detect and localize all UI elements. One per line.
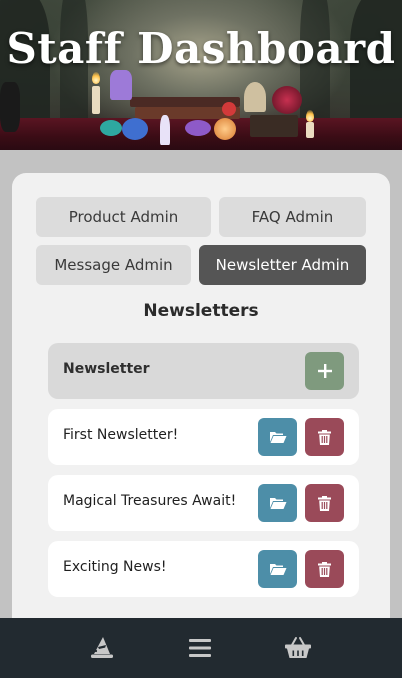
trash-icon — [318, 429, 331, 445]
list-header: Newsletter — [48, 343, 359, 399]
folder-open-icon — [269, 498, 286, 509]
hero-banner: Staff Dashboard — [0, 0, 402, 150]
section-title: Newsletters — [143, 301, 259, 321]
tab-product-admin[interactable]: Product Admin — [36, 197, 211, 237]
trash-icon — [318, 495, 331, 511]
wizard-hat-icon — [91, 637, 113, 658]
tab-message-admin[interactable]: Message Admin — [36, 245, 191, 285]
list-item: First Newsletter! — [48, 409, 359, 465]
nav-basket-button[interactable] — [280, 630, 316, 666]
nav-menu-button[interactable] — [182, 630, 218, 666]
list-item: Magical Treasures Await! — [48, 475, 359, 531]
folder-open-icon — [269, 564, 286, 575]
nav-home-button[interactable] — [84, 630, 120, 666]
newsletter-title: First Newsletter! — [63, 427, 179, 443]
menu-icon — [189, 639, 211, 657]
delete-newsletter-button[interactable] — [305, 418, 344, 456]
open-newsletter-button[interactable] — [258, 550, 297, 588]
add-newsletter-button[interactable] — [305, 352, 344, 390]
open-newsletter-button[interactable] — [258, 484, 297, 522]
folder-open-icon — [269, 432, 286, 443]
admin-panel: Product Admin FAQ Admin Message Admin Ne… — [12, 173, 390, 643]
basket-icon — [285, 637, 311, 658]
trash-icon — [318, 561, 331, 577]
newsletter-title: Exciting News! — [63, 559, 167, 575]
delete-newsletter-button[interactable] — [305, 484, 344, 522]
tab-faq-admin[interactable]: FAQ Admin — [219, 197, 366, 237]
delete-newsletter-button[interactable] — [305, 550, 344, 588]
list-header-label: Newsletter — [63, 361, 150, 377]
tab-newsletter-admin[interactable]: Newsletter Admin — [199, 245, 366, 285]
list-item: Exciting News! — [48, 541, 359, 597]
plus-icon — [317, 364, 332, 378]
newsletter-title: Magical Treasures Await! — [63, 493, 237, 509]
page-title: Staff Dashboard — [6, 24, 396, 73]
bottom-nav — [0, 618, 402, 678]
open-newsletter-button[interactable] — [258, 418, 297, 456]
